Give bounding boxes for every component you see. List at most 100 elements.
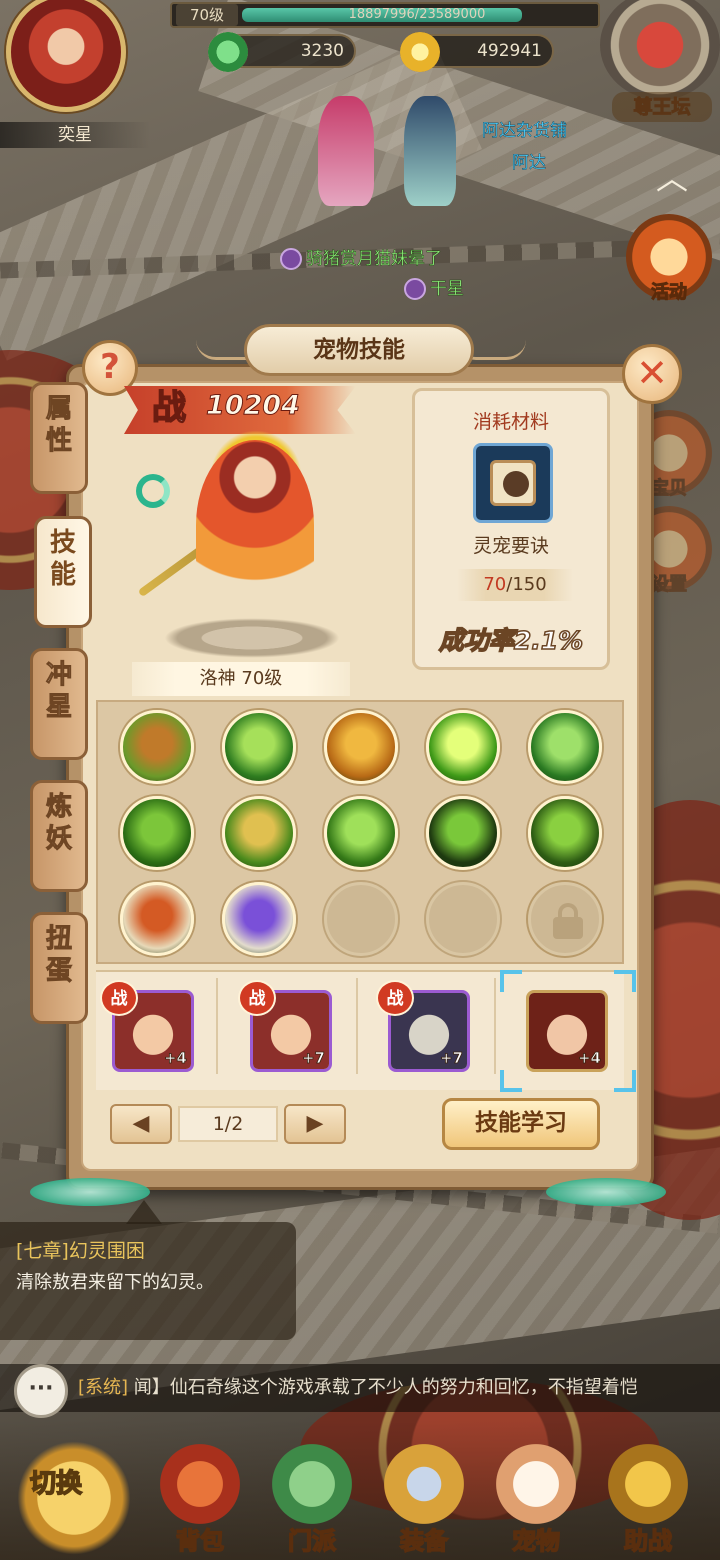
tab-skills[interactable]: 技能 [34, 516, 92, 628]
pet-star-plus: +7 [439, 1049, 464, 1068]
player-name: 奕星 [0, 122, 150, 148]
selection-corner [614, 1070, 636, 1092]
nav-pet-label: 宠物 [511, 1526, 561, 1556]
page-indicator: 1/2 [178, 1106, 278, 1142]
guild-icon [404, 278, 426, 300]
gold-strike-skill-icon[interactable] [222, 796, 296, 870]
scroll-shape [490, 460, 536, 506]
selection-corner [500, 970, 522, 992]
pet-portrait[interactable] [196, 440, 314, 610]
tab-skills-label: 技能 [49, 528, 76, 590]
material-box: 消耗材料 灵宠要诀 70/150 成功率2.1% [412, 388, 610, 670]
jade-icon [208, 32, 248, 72]
battle-power-icon: 战 [151, 387, 187, 429]
npc-name-ada[interactable]: 阿达 [512, 148, 546, 173]
divider [356, 978, 358, 1074]
material-count: 70/150 [457, 569, 573, 601]
assist-cauldron-icon [608, 1444, 688, 1524]
pet-name-level: 洛神 70级 [132, 662, 350, 696]
tab-gacha[interactable]: 扭蛋 [30, 912, 88, 1024]
sect-icon [272, 1444, 352, 1524]
swirl-icon[interactable] [136, 474, 170, 508]
experience-text: 18897996/23589000 [348, 7, 486, 22]
quest-title: [七章]幻灵围困 [16, 1240, 145, 1262]
material-current: 70 [483, 574, 507, 595]
player-tag-1[interactable]: 骑猪赏月猫妹晕了 [280, 244, 442, 270]
collapse-up-icon[interactable]: ︿ [646, 158, 698, 198]
pet-card-frame: +4 [526, 990, 608, 1072]
nav-pet[interactable]: 宠物 [482, 1444, 590, 1556]
divider [494, 978, 496, 1074]
chat-message: [系统] 闻】仙石奇缘这个游戏承载了不少人的努力和回忆，不指望着恺 [78, 1364, 718, 1412]
paw-scroll-icon[interactable] [473, 443, 553, 523]
switch-mode-label: 切换 [29, 1468, 83, 1500]
nav-sect[interactable]: 门派 [258, 1444, 366, 1556]
nav-bag-label: 背包 [175, 1526, 225, 1556]
page-next-button[interactable]: ▶ [284, 1104, 346, 1144]
gold-currency: 492941 [400, 32, 554, 72]
wind-slash-skill-icon[interactable] [222, 710, 296, 784]
tab-star-up[interactable]: 冲星 [30, 648, 88, 760]
close-button[interactable]: ✕ [622, 344, 682, 404]
npc-name-shop[interactable]: 阿达杂货铺 [482, 116, 567, 141]
empty-skill-slot[interactable] [324, 882, 398, 956]
pet-card[interactable]: +7 战 [238, 976, 356, 1080]
nav-bag[interactable]: 背包 [146, 1444, 254, 1556]
paw-print [503, 471, 529, 497]
tab-star-up-label: 冲星 [45, 660, 72, 723]
gold-ingot-icon [400, 32, 440, 72]
fire-flame-skill-icon[interactable] [120, 882, 194, 956]
lucky-cat-icon [496, 1444, 576, 1524]
altar-label[interactable]: 尊王坛 [612, 92, 712, 122]
quest-tracker[interactable]: [七章]幻灵围困 清除敖君来留下的幻灵。 [0, 1222, 296, 1340]
chat-bubble-icon[interactable]: ··· [14, 1364, 68, 1418]
pet-pedestal [164, 618, 340, 658]
jade-currency: 3230 [208, 32, 356, 72]
selection-corner [614, 970, 636, 992]
battle-power-value: 10204 [206, 390, 301, 422]
jade-ornament-right [546, 1178, 666, 1206]
player-tag-1-extra: 晕了 [408, 249, 442, 269]
tab-attributes-label: 属性 [45, 394, 72, 457]
nav-assist-label: 助战 [623, 1526, 673, 1556]
nav-assist[interactable]: 助战 [594, 1444, 702, 1556]
pet-card[interactable]: +7 战 [376, 976, 494, 1080]
material-title: 消耗材料 [472, 411, 549, 433]
locked-skill-slot[interactable] [528, 882, 602, 956]
earth-guardian-skill-icon[interactable] [120, 710, 194, 784]
nav-equipment-label: 装备 [399, 1526, 449, 1556]
grass-blade-skill-icon[interactable] [324, 796, 398, 870]
nav-sect-label: 门派 [287, 1526, 337, 1556]
burst-star-skill-icon[interactable] [426, 710, 500, 784]
player-tag-1-name: 骑猪赏月猫妹 [306, 249, 408, 269]
beast-eyes-skill-icon[interactable] [528, 796, 602, 870]
battle-badge: 战 [376, 980, 414, 1016]
learn-skill-button[interactable]: 技能学习 [442, 1098, 600, 1150]
chat-message-text: 闻】仙石奇缘这个游戏承载了不少人的努力和回忆，不指望着恺 [133, 1377, 638, 1398]
event-button[interactable]: 活动 [626, 214, 712, 304]
pet-star-plus: +4 [577, 1049, 602, 1068]
tab-attributes[interactable]: 属性 [30, 382, 88, 494]
quest-pointer [126, 1200, 162, 1224]
page-prev-button[interactable]: ◀ [110, 1104, 172, 1144]
selection-corner [500, 1070, 522, 1092]
leaf-skill-icon[interactable] [120, 796, 194, 870]
material-max: 150 [512, 574, 547, 595]
quest-description: 清除敖君来留下的幻灵。 [16, 1272, 214, 1293]
material-name: 灵宠要诀 [472, 535, 549, 557]
tab-refine[interactable]: 炼妖 [30, 780, 88, 892]
battle-badge: 战 [100, 980, 138, 1016]
golden-buddha-skill-icon[interactable] [324, 710, 398, 784]
tab-refine-label: 炼妖 [45, 792, 72, 855]
empty-skill-slot[interactable] [426, 882, 500, 956]
sword-shield-icon [384, 1444, 464, 1524]
player-tag-2[interactable]: 干星 [404, 274, 464, 300]
nav-equipment[interactable]: 装备 [370, 1444, 478, 1556]
pet-star-plus: +7 [301, 1049, 326, 1068]
experience-bar: 70级 18897996/23589000 [170, 2, 600, 28]
shadow-demon-skill-icon[interactable] [426, 796, 500, 870]
bamboo-skill-icon[interactable] [528, 710, 602, 784]
lightning-skill-icon[interactable] [222, 882, 296, 956]
pet-card[interactable]: +4 战 [100, 976, 218, 1080]
level-label: 70级 [176, 4, 238, 26]
